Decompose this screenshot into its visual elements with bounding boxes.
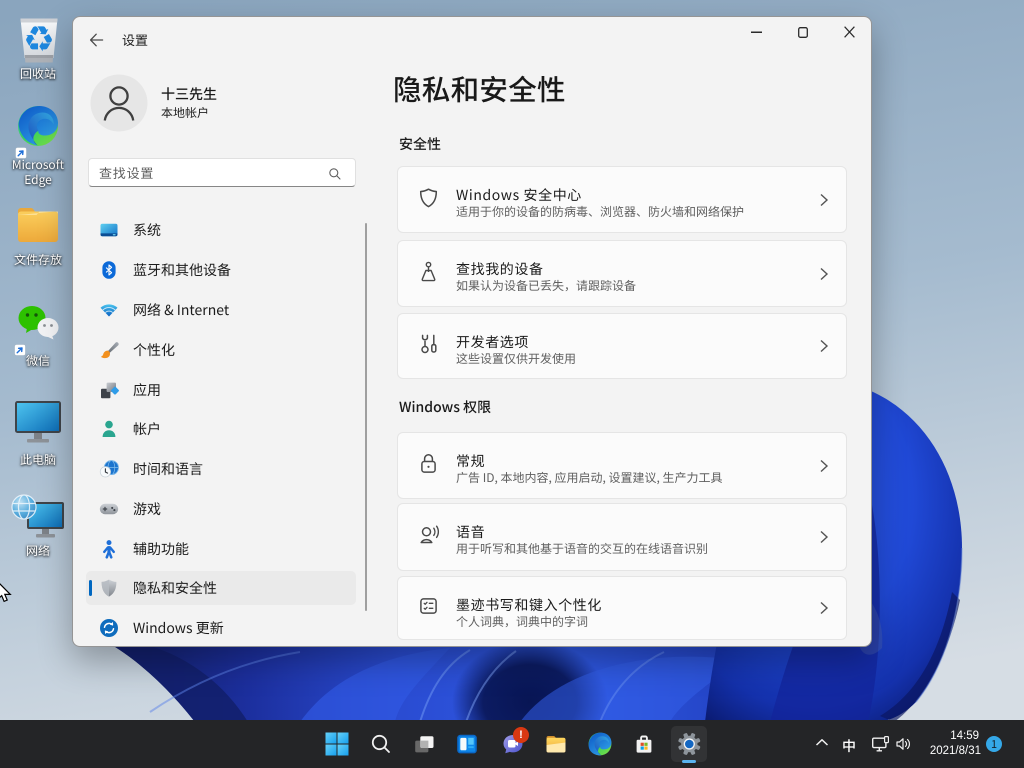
svg-text:♻: ♻ (26, 18, 53, 57)
